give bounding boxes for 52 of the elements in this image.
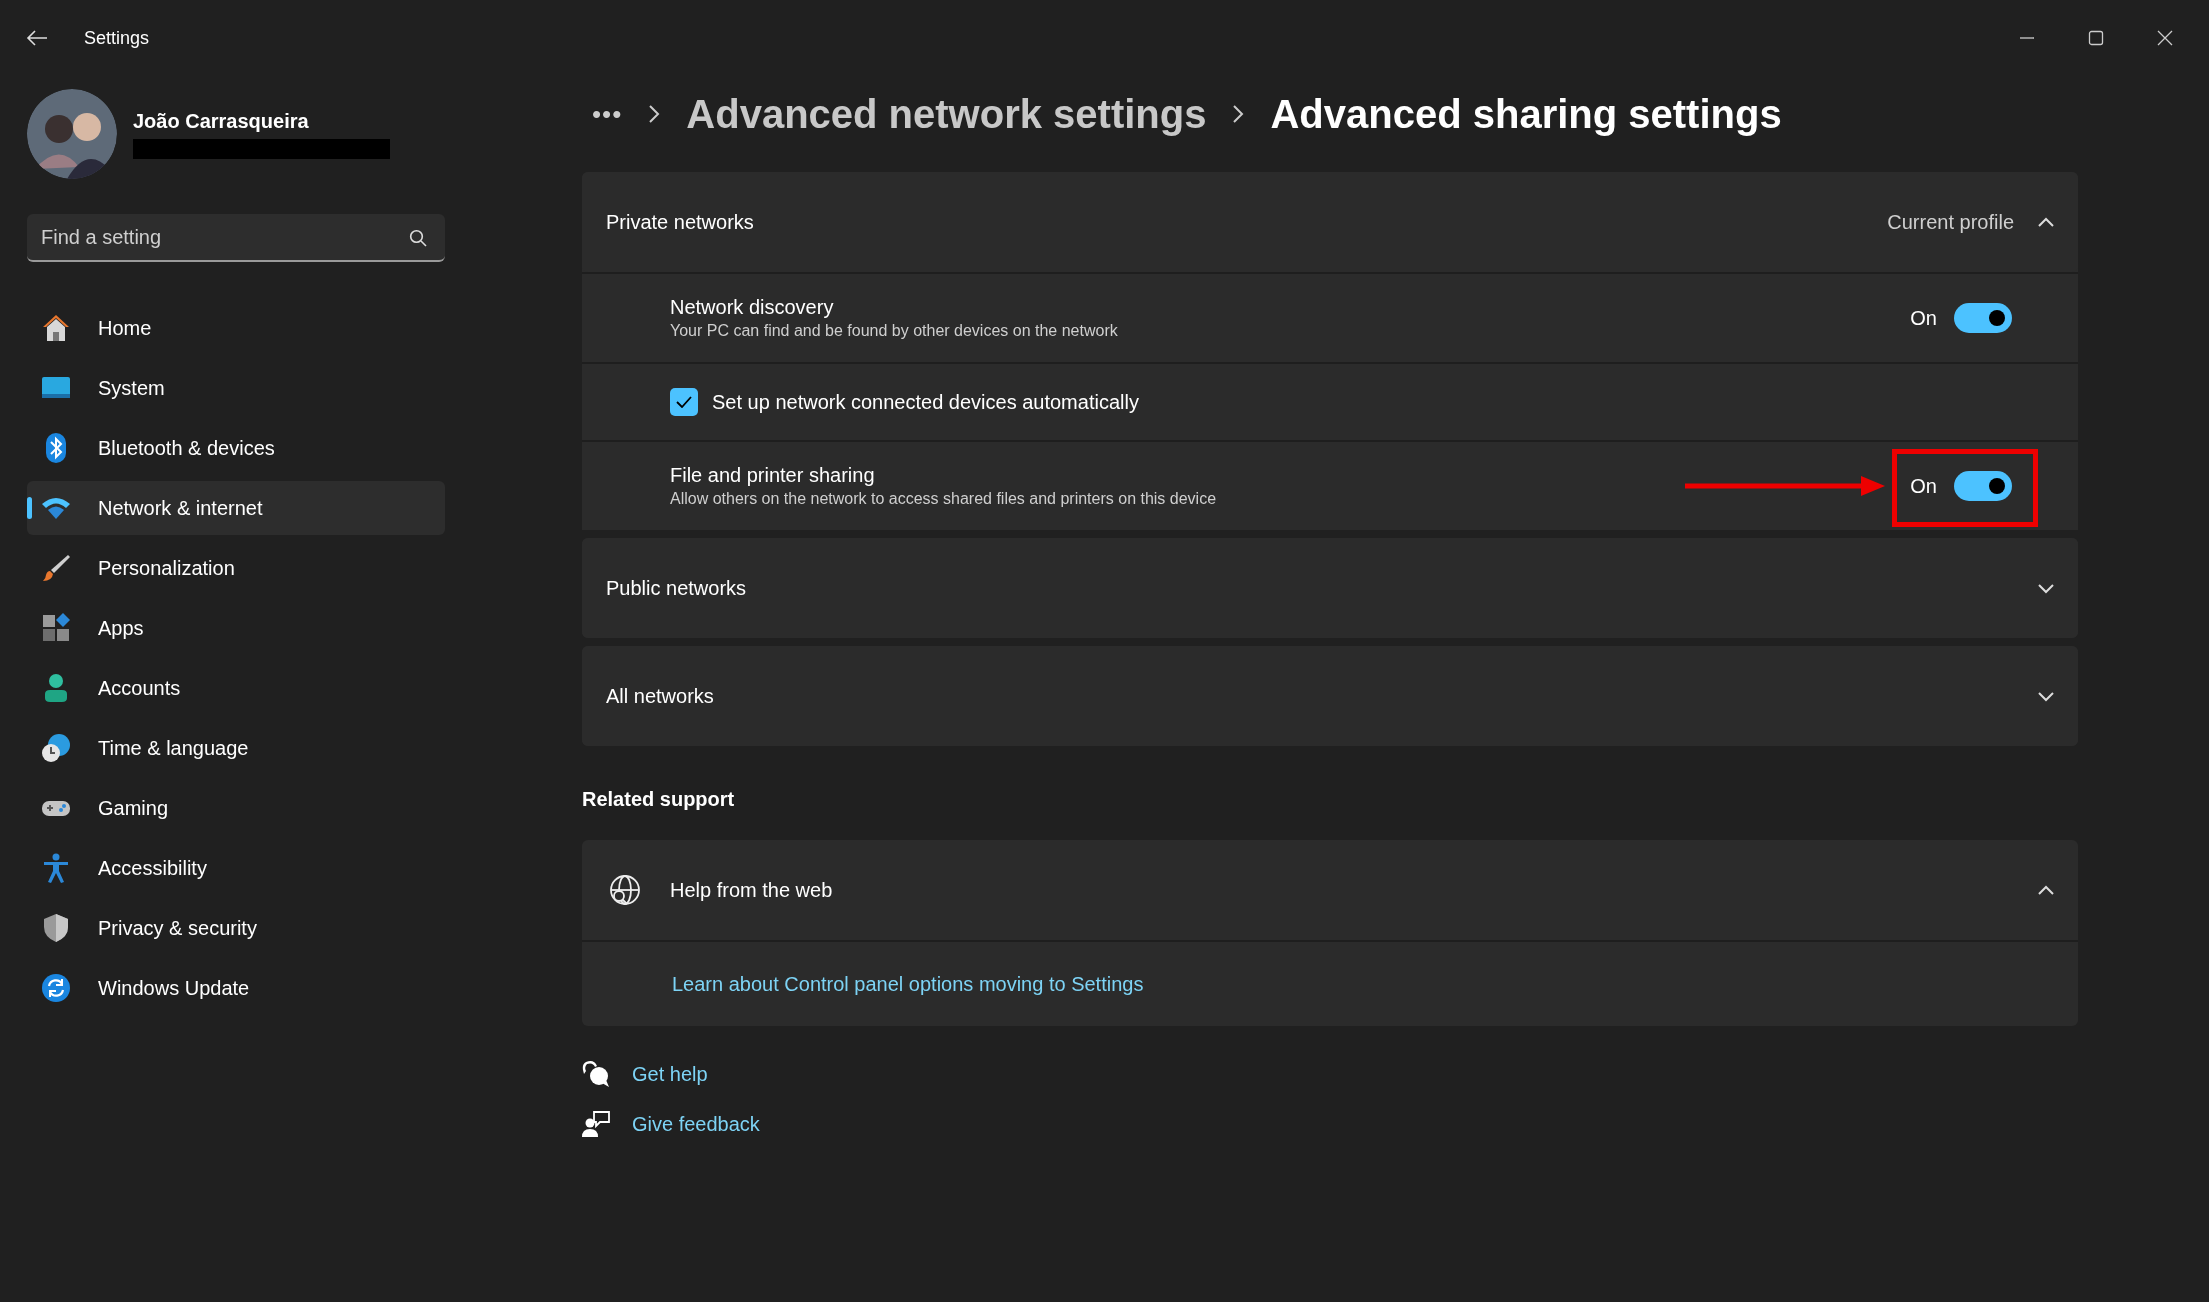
- nav-item[interactable]: Personalization: [27, 541, 445, 595]
- back-arrow-icon[interactable]: [26, 29, 48, 47]
- personalization-icon: [40, 552, 72, 584]
- close-icon[interactable]: [2156, 30, 2173, 46]
- window-title: Settings: [84, 27, 150, 49]
- toggle-switch[interactable]: [1954, 303, 2012, 333]
- card-title: Help from the web: [670, 878, 834, 902]
- section-title: Private networks: [606, 210, 755, 234]
- nav-item[interactable]: Accounts: [27, 661, 445, 715]
- nav-item[interactable]: Bluetooth & devices: [27, 421, 445, 475]
- setting-description: Allow others on the network to access shared files and printers on this device: [670, 490, 1217, 508]
- section-title: All networks: [606, 684, 715, 708]
- help-chat-icon: [582, 1060, 610, 1088]
- selection-indicator: [27, 497, 32, 519]
- search-icon: [409, 229, 427, 247]
- feedback-icon: [582, 1110, 610, 1138]
- nav-item[interactable]: Privacy & security: [27, 901, 445, 955]
- nav-item[interactable]: Network & internet: [27, 481, 445, 535]
- check-icon: [676, 396, 692, 408]
- toggle-switch[interactable]: [1954, 471, 2012, 501]
- nav-item[interactable]: Accessibility: [27, 841, 445, 895]
- search-field[interactable]: Find a setting: [27, 214, 445, 262]
- checkbox-label: Set up network connected devices automatically: [712, 390, 1139, 414]
- setting-title: Network discovery: [670, 296, 835, 319]
- breadcrumb-link[interactable]: Advanced network settings: [686, 91, 1207, 137]
- page-title: Advanced sharing settings: [1270, 91, 1782, 137]
- maximize-icon[interactable]: [2087, 30, 2104, 46]
- section-title: Public networks: [606, 576, 748, 600]
- checkbox[interactable]: [670, 388, 698, 416]
- time-icon: [40, 732, 72, 764]
- globe-search-icon: [608, 873, 642, 907]
- nav-item[interactable]: Time & language: [27, 721, 445, 775]
- nav-item[interactable]: Windows Update: [27, 961, 445, 1015]
- nav-item[interactable]: Gaming: [27, 781, 445, 835]
- profile-status: Current profile: [1887, 210, 2014, 234]
- section-heading: Related support: [582, 788, 736, 812]
- footer-link[interactable]: Give feedback: [632, 1112, 760, 1136]
- user-name: João Carrasqueira: [133, 109, 310, 133]
- setting-title: File and printer sharing: [670, 464, 876, 487]
- setting-description: Your PC can find and be found by other devices on the network: [670, 322, 1118, 340]
- update-icon: [40, 972, 72, 1004]
- chevron-right-icon: [648, 104, 661, 124]
- more-button[interactable]: •••: [592, 98, 623, 130]
- help-link[interactable]: Learn about Control panel options moving to Settings: [672, 972, 1144, 996]
- toggle-state-label: On: [1910, 474, 1937, 498]
- footer-link[interactable]: Get help: [632, 1062, 708, 1086]
- nav-item[interactable]: Apps: [27, 601, 445, 655]
- toggle-state-label: On: [1910, 306, 1937, 330]
- nav-item[interactable]: Home: [27, 301, 445, 355]
- nav-item[interactable]: System: [27, 361, 445, 415]
- chevron-right-icon: [1232, 104, 1245, 124]
- apps-icon: [40, 612, 72, 644]
